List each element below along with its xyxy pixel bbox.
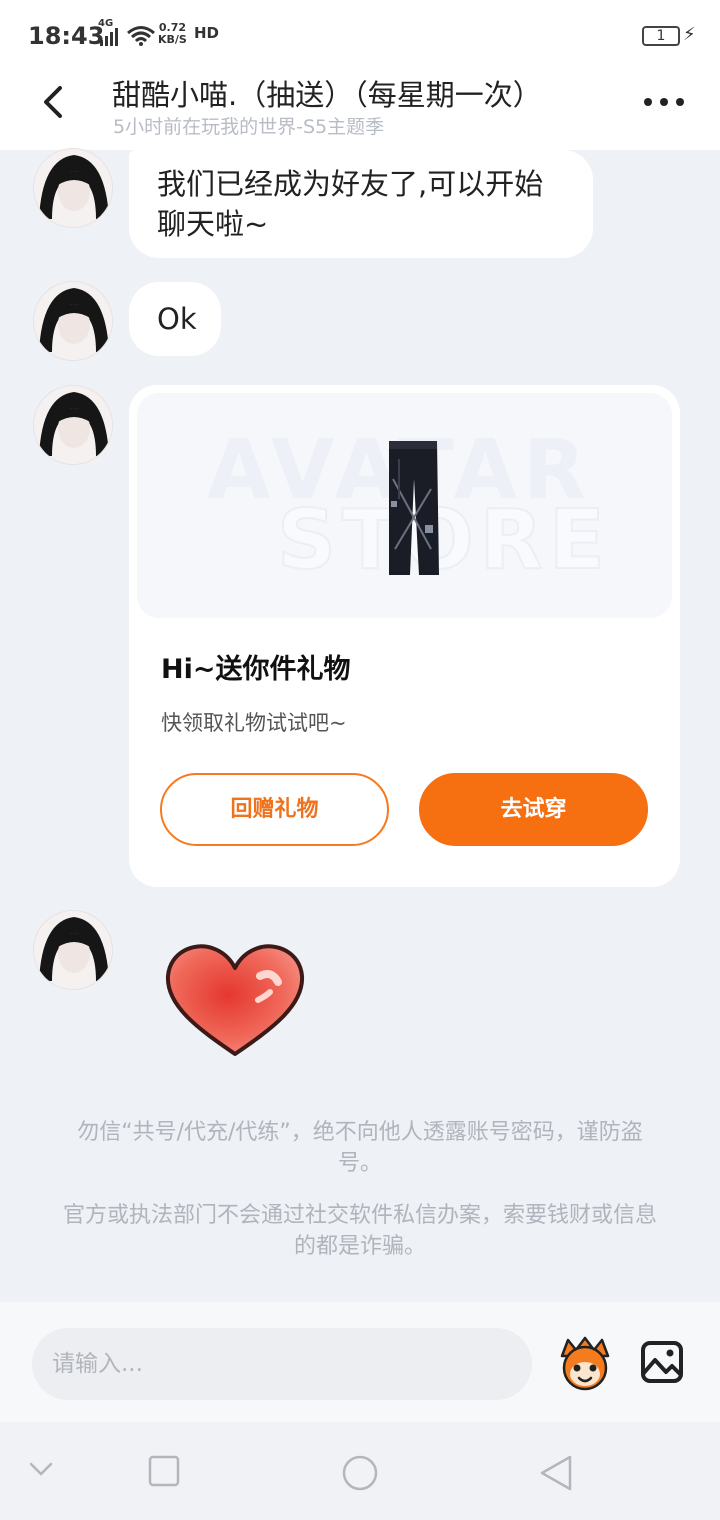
heart-sticker-icon[interactable] bbox=[160, 940, 310, 1060]
try-on-button[interactable]: 去试穿 bbox=[419, 773, 648, 846]
pants-item-icon bbox=[389, 441, 439, 575]
message-bubble[interactable]: Ok bbox=[129, 282, 221, 356]
fraud-notice: 官方或执法部门不会通过社交软件私信办案，索要钱财或信息的都是诈骗。 bbox=[62, 1203, 657, 1259]
watermark-text: STORE bbox=[276, 492, 611, 589]
gift-card[interactable]: AVATAR STORE Hi~送你件礼物 快领取礼物试试吧~ 回赠礼物 去试穿 bbox=[129, 385, 680, 887]
recent-apps-icon[interactable] bbox=[148, 1455, 180, 1487]
message-input[interactable] bbox=[32, 1328, 532, 1400]
battery-level: 1 bbox=[656, 28, 666, 44]
network-type: 4G bbox=[98, 18, 114, 29]
wifi-icon bbox=[127, 26, 155, 46]
message-bubble[interactable]: 我们已经成为好友了,可以开始聊天啦~ bbox=[129, 150, 593, 258]
avatar[interactable] bbox=[33, 385, 113, 465]
chat-title: 甜酷小喵.（抽送）（每星期一次） bbox=[112, 78, 542, 112]
gift-description: 快领取礼物试试吧~ bbox=[161, 711, 347, 735]
battery-icon: 1 bbox=[642, 26, 680, 46]
chat-header: 甜酷小喵.（抽送）（每星期一次） 5小时前在玩我的世界-S5主题季 bbox=[0, 70, 720, 150]
return-gift-button[interactable]: 回赠礼物 bbox=[160, 773, 389, 846]
avatar[interactable] bbox=[33, 148, 113, 228]
emoji-sticker-icon[interactable] bbox=[554, 1336, 616, 1392]
chat-subtitle: 5小时前在玩我的世界-S5主题季 bbox=[113, 116, 385, 138]
status-time: 18:43 bbox=[28, 22, 105, 50]
status-bar: 18:43 4G 0.72 KB/S HD 1 ⚡ bbox=[0, 0, 720, 70]
input-bar bbox=[0, 1302, 720, 1422]
back-arrow-icon[interactable] bbox=[36, 82, 76, 122]
avatar[interactable] bbox=[33, 910, 113, 990]
avatar[interactable] bbox=[33, 281, 113, 361]
back-triangle-icon[interactable] bbox=[538, 1454, 574, 1492]
network-speed: 0.72 KB/S bbox=[158, 21, 187, 46]
security-notice: 勿信“共号/代充/代练”，绝不向他人透露账号密码，谨防盗号。 bbox=[77, 1120, 643, 1176]
chevron-down-icon[interactable] bbox=[28, 1460, 54, 1478]
image-picker-icon[interactable] bbox=[640, 1340, 684, 1384]
system-nav-bar bbox=[0, 1422, 720, 1520]
gift-image[interactable]: AVATAR STORE bbox=[137, 393, 672, 618]
charging-icon: ⚡ bbox=[683, 24, 696, 45]
more-options-icon[interactable] bbox=[642, 92, 686, 112]
home-icon[interactable] bbox=[341, 1454, 379, 1492]
hd-indicator: HD bbox=[194, 24, 220, 42]
gift-title: Hi~送你件礼物 bbox=[161, 654, 351, 685]
signal-icon bbox=[100, 28, 118, 46]
